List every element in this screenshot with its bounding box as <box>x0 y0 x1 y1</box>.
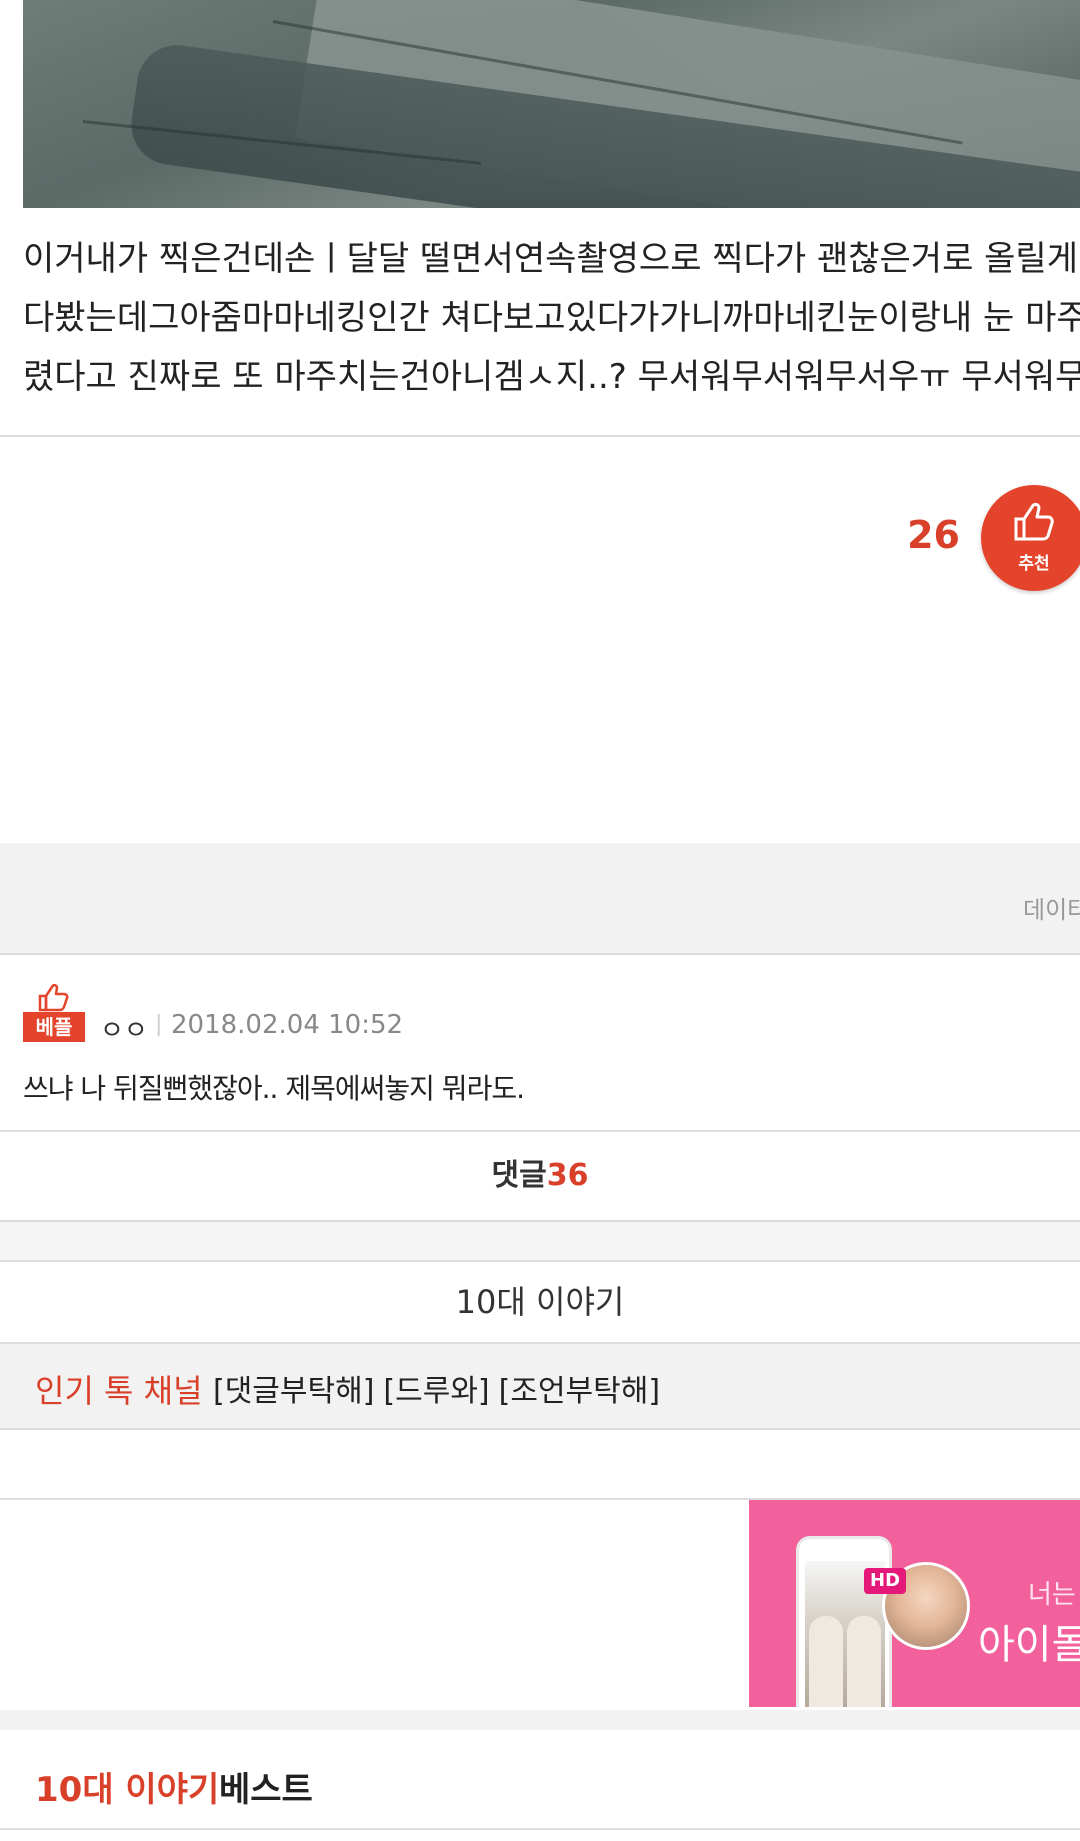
divider <box>0 435 1080 437</box>
comment-separator: | <box>155 1012 163 1037</box>
best-section-title: 베스트 <box>219 1770 313 1810</box>
hot-channel-link[interactable]: [드루와] <box>383 1374 489 1409</box>
section-gap <box>0 1222 1080 1260</box>
thumbs-up-icon <box>1014 503 1054 541</box>
post-line: 이거내가 찍은건데손ㅣ달달 떨면서연속촬영으로 찍다가 괜찮은거로 올릴게 찍 <box>23 239 1080 279</box>
data-label: 데이터 <box>1023 896 1080 924</box>
comments-button[interactable]: 댓글36 <box>0 1130 1080 1222</box>
badge-label: 베플 <box>23 1012 85 1042</box>
post-line: 렸다고 진짜로 또 마주치는건아니겜ㅅ지..? 무서워무서워무서우ㅠ 무서워무서 <box>23 357 1080 397</box>
comments-label: 댓글 <box>491 1158 547 1193</box>
hot-channel-link[interactable]: [조언부탁해] <box>499 1374 660 1409</box>
thumbs-up-icon <box>38 983 69 1012</box>
ad-text-line1: 너는 <box>1028 1580 1076 1610</box>
ad-text-line2: 아이돌 <box>978 1622 1080 1668</box>
comment-author: ㅇㅇ <box>100 1016 148 1046</box>
comments-count: 36 <box>546 1158 589 1193</box>
best-comment-badge: 베플 <box>23 982 85 1044</box>
ad-banner[interactable]: HD 너는 아이돌 <box>749 1500 1080 1707</box>
hot-channel-links: [댓글부탁해] [드루와] [조언부탁해] <box>213 1366 669 1410</box>
comment-body: 쓰냐 나 뒤질뻔했잖아.. 제목에써놓지 뭐라도. <box>23 1072 525 1105</box>
recommend-label: 추천 <box>1018 554 1050 574</box>
post-line: 다봤는데그아줌마마네킹인간 쳐다보고있다가가니까마네킨눈이랑내 눈 마주쳤 <box>23 298 1080 338</box>
section-gap <box>0 1710 1080 1730</box>
best-section-channel[interactable]: 10대 이야기 <box>35 1762 219 1811</box>
ad-figure <box>847 1616 881 1707</box>
best-section-header: 10대 이야기 베스트 <box>0 1730 1080 1830</box>
info-band <box>0 843 1080 953</box>
hot-channel-link[interactable]: [댓글부탁해] <box>213 1374 374 1409</box>
recommend-button[interactable]: 추천 <box>981 485 1080 591</box>
post-photo <box>23 0 1080 208</box>
comment-date: 2018.02.04 10:52 <box>171 1010 404 1040</box>
recommend-count: 26 <box>907 513 960 557</box>
ad-hd-badge: HD <box>864 1568 907 1594</box>
post-body: 이거내가 찍은건데손ㅣ달달 떨면서연속촬영으로 찍다가 괜찮은거로 올릴게 찍 … <box>23 230 1080 407</box>
hot-channel-label: 인기 톡 채널 <box>35 1372 203 1410</box>
ad-figure <box>809 1616 843 1707</box>
channel-title-link[interactable]: 10대 이야기 <box>0 1260 1080 1344</box>
hot-channel-bar: 인기 톡 채널 [댓글부탁해] [드루와] [조언부탁해] <box>0 1344 1080 1430</box>
ad-phone-image <box>796 1536 892 1707</box>
